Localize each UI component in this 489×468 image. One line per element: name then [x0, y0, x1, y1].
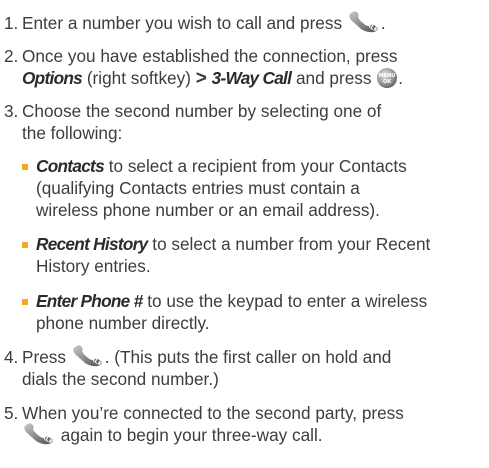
bullet-marker	[22, 299, 28, 305]
option-text: to select a number from your Recent	[152, 234, 431, 254]
option-text: to use the keypad to enter a wireless	[147, 291, 428, 311]
three-way-call-term: 3-Way Call	[211, 68, 292, 88]
step-5: 5. When you’re connected to the second p…	[4, 402, 484, 446]
step-line: dials the second number.)	[22, 369, 219, 389]
menu-separator: >	[195, 68, 207, 89]
option-term: Recent History	[36, 234, 148, 254]
softkey-note: (right softkey)	[86, 68, 191, 88]
talk-key-icon: TALK	[24, 423, 55, 445]
step-3: 3. Choose the second number by selecting…	[4, 100, 484, 144]
option-contacts: Contacts to select a recipient from your…	[22, 155, 482, 221]
option-text: History entries.	[36, 256, 151, 276]
option-term: Contacts	[36, 156, 105, 176]
talk-key-icon: TALK	[349, 11, 380, 33]
option-term: Enter Phone #	[36, 291, 143, 311]
step-line: Choose the second number by selecting on…	[22, 101, 382, 121]
option-text: to select a recipient from your Contacts	[108, 156, 407, 176]
step-end: .	[398, 68, 404, 88]
step-number: 5.	[4, 403, 19, 423]
step-end: .	[380, 13, 386, 33]
bullet-marker	[22, 242, 28, 248]
ok-key-label: OK	[383, 79, 392, 85]
option-text: (qualifying Contacts entries must contai…	[36, 178, 360, 198]
step-number: 2.	[4, 46, 19, 66]
option-enter-phone: Enter Phone # to use the keypad to enter…	[22, 290, 482, 334]
bullet-marker	[22, 164, 28, 170]
step-text: . (This puts the first caller on hold an…	[104, 347, 392, 367]
talk-key-icon: TALK	[72, 345, 104, 367]
step-text: Enter a number you wish to call and pres…	[22, 13, 343, 33]
step-number: 4.	[4, 347, 19, 367]
menu-ok-key-icon: MENU OK	[377, 67, 398, 88]
step-line: the following:	[22, 123, 123, 143]
step-2: 2. Once you have established the connect…	[4, 45, 484, 90]
step-text: Press	[22, 347, 66, 367]
instruction-page: 1. Enter a number you wish to call and p…	[0, 0, 489, 468]
option-recent-history: Recent History to select a number from y…	[22, 233, 482, 277]
step-4: 4. Press TALK . (This puts the first cal…	[4, 345, 484, 390]
step-line: Once you have established the connection…	[22, 46, 398, 66]
step-1: 1. Enter a number you wish to call and p…	[4, 11, 484, 34]
step-number: 1.	[4, 13, 19, 33]
step-line: When you’re connected to the second part…	[22, 403, 404, 423]
options-softkey-term: Options	[22, 68, 83, 88]
step-text: and press	[295, 68, 372, 88]
option-text: phone number directly.	[36, 313, 210, 333]
step-number: 3.	[4, 101, 19, 121]
option-text: wireless phone number or an email addres…	[36, 200, 380, 220]
step-text: again to begin your three-way call.	[60, 425, 323, 445]
